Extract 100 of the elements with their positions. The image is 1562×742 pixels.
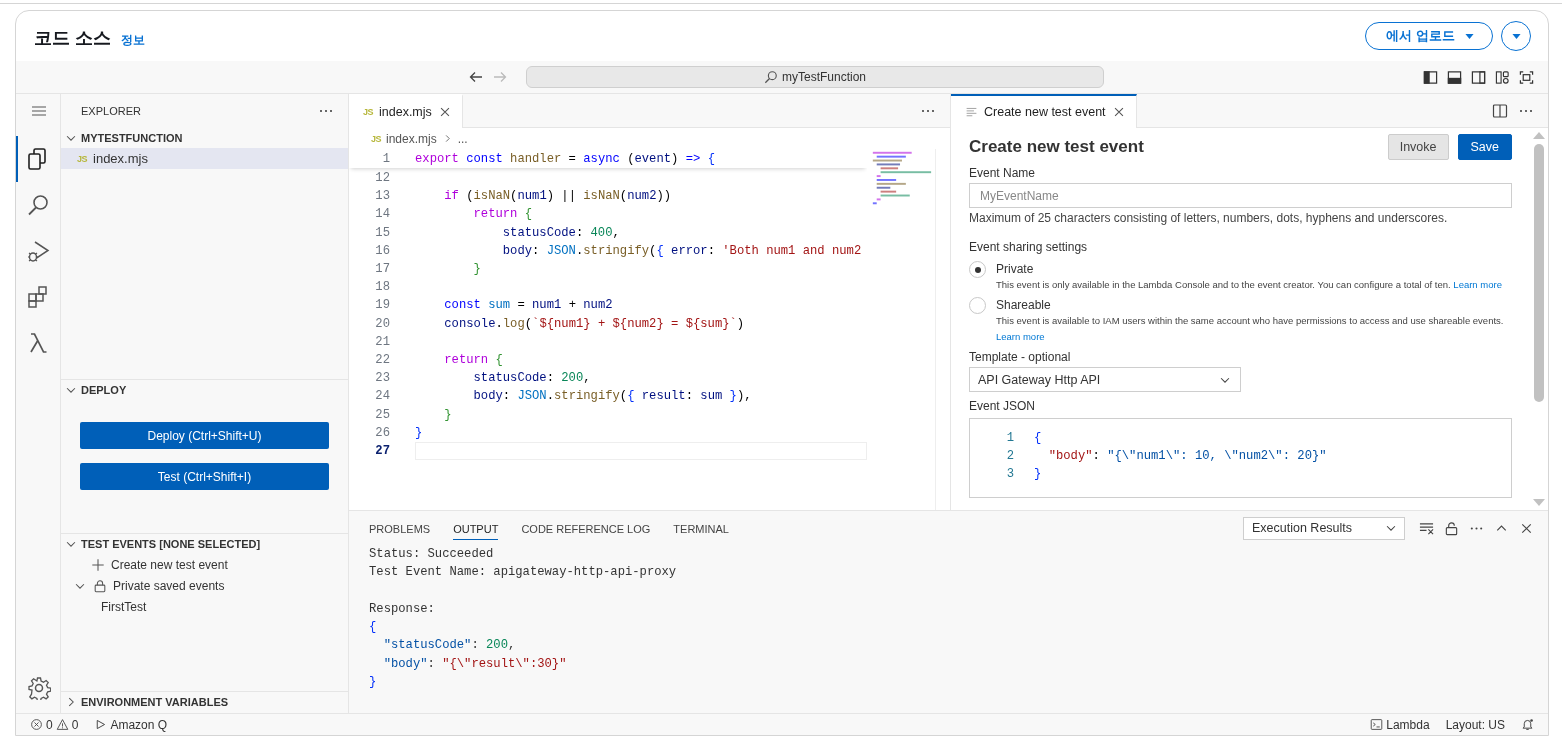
code-line: } xyxy=(1034,467,1042,481)
code-line: return { xyxy=(472,207,533,222)
output-line: Status: Succeeded xyxy=(369,546,495,563)
lock-icon xyxy=(93,578,107,593)
info-link[interactable]: 정보 xyxy=(121,32,145,49)
section-header[interactable]: ENVIRONMENT VARIABLES xyxy=(61,692,348,712)
notifications-icon[interactable] xyxy=(1521,718,1534,731)
problems-status[interactable]: 0 0 xyxy=(30,717,79,732)
line-number: 19 xyxy=(374,298,390,313)
option-label: Private xyxy=(996,261,1035,277)
event-group-item[interactable]: Private saved events xyxy=(61,575,348,596)
json-editor[interactable]: 1 { 2 "body": "{\"num1\": 10, \"num2\": 20}" 3 } xyxy=(969,418,1512,498)
invoke-button[interactable]: Invoke xyxy=(1387,134,1449,160)
keyboard-layout-status[interactable]: Layout: US xyxy=(1445,717,1505,732)
code-line: statusCode: 200, xyxy=(472,371,591,386)
explorer-title: EXPLORER xyxy=(81,105,141,117)
code-line: statusCode: 400, xyxy=(501,225,620,240)
save-button[interactable]: Save xyxy=(1457,134,1512,160)
option-description: This event is only available in the Lambda Console and to the event creator. You can configure a total of ten. Learn more xyxy=(996,278,1502,292)
run-debug-icon[interactable] xyxy=(27,239,51,263)
code-line: return { xyxy=(443,352,503,367)
lock-icon[interactable] xyxy=(1444,520,1459,536)
event-item[interactable]: FirstTest xyxy=(61,596,348,617)
breadcrumb-item[interactable]: ... xyxy=(457,131,468,146)
output-line: Response: xyxy=(369,600,436,618)
terminal-icon xyxy=(1370,718,1384,731)
output-line: "body": "{\"result\":30}" xyxy=(382,655,568,673)
assistant-status[interactable]: Amazon Q xyxy=(94,717,168,732)
line-number: 12 xyxy=(374,171,390,186)
upload-button[interactable]: 에서 업로드 xyxy=(1365,22,1493,50)
output-line: Test Event Name: apigateway-http-api-proxy xyxy=(369,564,678,582)
line-number: 20 xyxy=(374,316,390,331)
create-event-item[interactable]: Create new test event xyxy=(61,554,348,575)
output-channel-dropdown[interactable]: Execution Results xyxy=(1243,516,1405,540)
event-name-field[interactable]: MyEventName xyxy=(969,183,1512,208)
code-line: body: JSON.stringify({ error: 'Both num1 and num2 xyxy=(501,243,862,258)
learn-more-link[interactable]: Learn more xyxy=(1453,279,1502,290)
field-hint: Maximum of 25 characters consisting of letters, numbers, dots, hyphens and underscores. xyxy=(969,211,1449,225)
line-number: 17 xyxy=(374,262,390,277)
clear-output-icon[interactable] xyxy=(1419,520,1434,536)
terminal-status[interactable]: Lambda xyxy=(1370,717,1430,732)
error-icon xyxy=(30,718,43,731)
layout-toggle-icon[interactable] xyxy=(1447,69,1462,85)
option-description: This event is available to IAM users within the same account who have permissions to access and use shareable events. Learn more xyxy=(996,314,1505,344)
panel-tab[interactable]: TERMINAL xyxy=(673,516,729,540)
action-button[interactable]: Test (Ctrl+Shift+I) xyxy=(80,463,329,490)
radio-button[interactable] xyxy=(969,297,986,314)
option-label: Shareable xyxy=(996,297,1052,313)
output-line: { xyxy=(369,619,378,637)
code-line: } xyxy=(415,425,423,440)
line-number: 22 xyxy=(374,352,390,367)
line-number: 21 xyxy=(374,334,390,349)
layout-toggle-icon[interactable] xyxy=(1423,69,1438,85)
line-number: 16 xyxy=(374,243,390,258)
field-label: Template - optional xyxy=(969,349,1072,365)
editor-tab[interactable]: JS index.mjs xyxy=(349,94,463,128)
warning-icon xyxy=(55,718,69,731)
document-icon xyxy=(965,105,978,119)
field-label: Event Name xyxy=(969,165,1037,181)
dropdown-button[interactable] xyxy=(1501,21,1531,51)
layout-toggle-icon[interactable] xyxy=(1471,69,1486,85)
action-button[interactable]: Deploy (Ctrl+Shift+U) xyxy=(80,422,329,449)
search-field[interactable]: myTestFunction xyxy=(526,66,1104,88)
search-icon xyxy=(764,70,778,84)
code-line: export const handler = async (event) => { xyxy=(415,151,715,166)
panel-tab[interactable]: CODE REFERENCE LOG xyxy=(521,516,651,540)
search-icon[interactable] xyxy=(27,193,51,217)
editor-tab[interactable]: Create new test event xyxy=(951,94,1137,128)
panel-tab[interactable]: OUTPUT xyxy=(453,516,499,540)
page-title: 코드 소스 xyxy=(34,27,111,50)
code-line: } xyxy=(443,407,452,422)
code-line: { xyxy=(1034,431,1042,445)
code-line: console.log(`${num1} + ${num2} = ${sum}`) xyxy=(443,316,745,331)
line-number: 23 xyxy=(374,371,390,386)
line-number: 25 xyxy=(374,407,390,422)
learn-more-link[interactable]: Learn more xyxy=(996,331,1045,342)
panel-tab[interactable]: PROBLEMS xyxy=(369,516,431,540)
line-number: 2 xyxy=(1005,449,1014,463)
section-header[interactable]: MYTESTFUNCTION xyxy=(61,128,348,148)
form-title: Create new test event xyxy=(969,137,1144,157)
line-number: 1 xyxy=(1005,431,1014,445)
code-line: } xyxy=(472,262,481,277)
fullscreen-icon[interactable] xyxy=(1519,69,1534,85)
file-item[interactable]: JS index.mjs xyxy=(61,148,348,169)
line-number: 18 xyxy=(374,280,390,295)
line-number: 15 xyxy=(374,225,390,240)
field-label: Event sharing settings xyxy=(969,239,1089,255)
line-number: 26 xyxy=(374,425,390,440)
customize-layout-icon[interactable] xyxy=(1495,69,1510,85)
code-line: const sum = num1 + num2 xyxy=(443,298,613,313)
radio-button[interactable] xyxy=(969,261,986,278)
line-number: 3 xyxy=(1005,467,1014,481)
line-number: 24 xyxy=(374,389,390,404)
section-header[interactable]: TEST EVENTS [NONE SELECTED] xyxy=(61,534,348,554)
split-editor-icon[interactable] xyxy=(1492,102,1508,119)
template-dropdown[interactable]: API Gateway Http API xyxy=(969,367,1241,392)
back-arrow-icon[interactable] xyxy=(468,69,484,85)
breadcrumb-item[interactable]: index.mjs xyxy=(386,131,437,146)
settings-icon[interactable] xyxy=(27,676,51,700)
section-header[interactable]: DEPLOY xyxy=(61,380,348,400)
